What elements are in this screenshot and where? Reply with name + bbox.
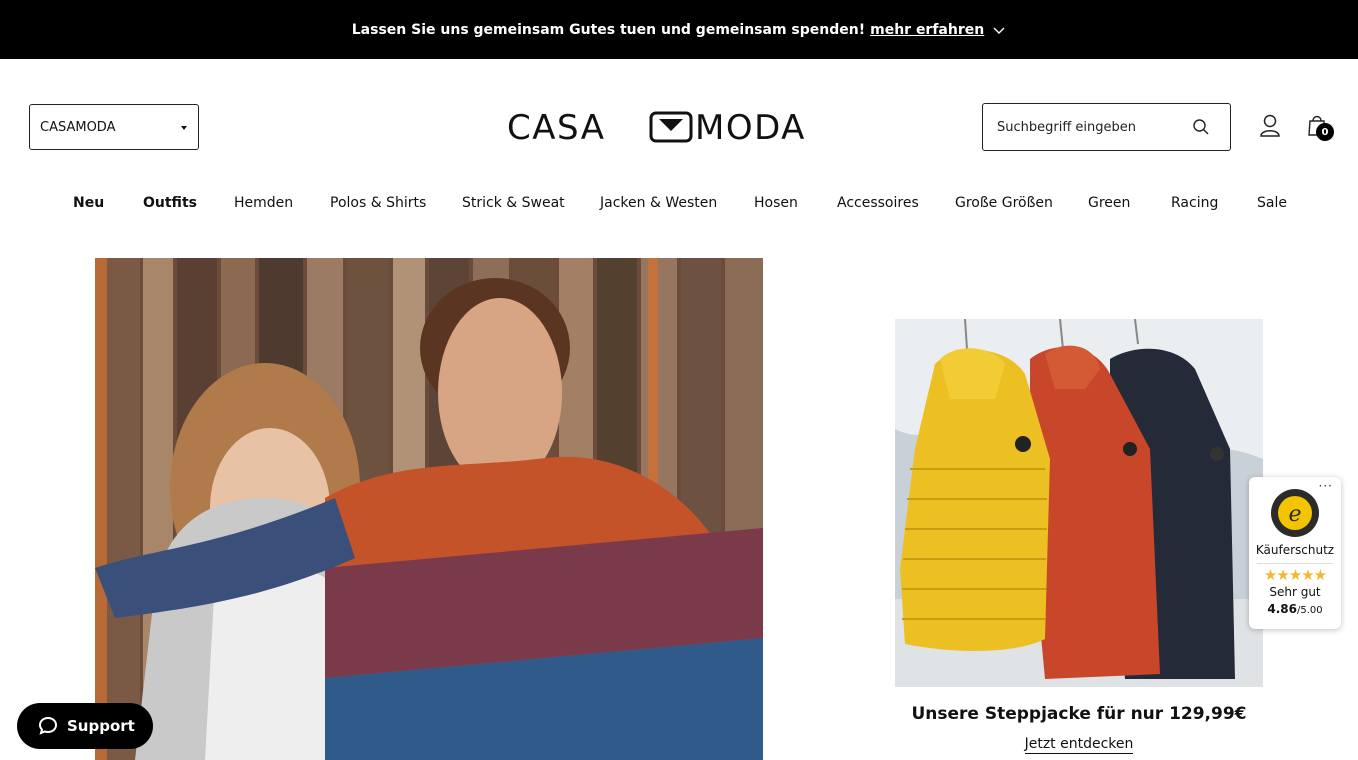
nav-item-jacken-westen[interactable]: Jacken & Westen <box>600 195 717 211</box>
nav-item-accessoires[interactable]: Accessoires <box>837 195 919 211</box>
cart-count-badge: 0 <box>1316 123 1334 141</box>
more-options-icon[interactable]: ··· <box>1319 479 1333 493</box>
nav-item-outfits[interactable]: Outfits <box>143 195 197 211</box>
main-nav: Neu Outfits Hemden Polos & Shirts Strick… <box>0 190 1358 218</box>
promo-title[interactable]: Unsere Steppjacke für nur 129,99€ <box>895 704 1263 724</box>
rating-text: Sehr gut <box>1269 585 1321 599</box>
search-input[interactable] <box>997 119 1177 135</box>
nav-item-hosen[interactable]: Hosen <box>754 195 798 211</box>
svg-text:e: e <box>1288 502 1301 527</box>
nav-item-sale[interactable]: Sale <box>1257 195 1287 211</box>
top-banner: Lassen Sie uns gemeinsam Gutes tuen und … <box>0 0 1358 59</box>
search-icon[interactable] <box>1192 118 1210 136</box>
store-select-value: CASAMODA <box>40 119 116 135</box>
promo-link-text[interactable]: Jetzt entdecken <box>1024 736 1134 754</box>
nav-item-polos-shirts[interactable]: Polos & Shirts <box>330 195 426 211</box>
caret-down-icon <box>181 126 187 130</box>
banner-message: Lassen Sie uns gemeinsam Gutes tuen und … <box>351 21 866 38</box>
banner-more-link[interactable]: mehr erfahren <box>870 22 984 38</box>
nav-item-strick-sweat[interactable]: Strick & Sweat <box>462 195 565 211</box>
nav-item-neu[interactable]: Neu <box>73 195 104 211</box>
trusted-shops-seal-icon: e <box>1271 489 1319 537</box>
promo-jacket-image[interactable] <box>895 319 1263 687</box>
rating-stars: ★★★★★ <box>1263 566 1327 584</box>
nav-item-racing[interactable]: Racing <box>1171 195 1218 211</box>
nav-item-green[interactable]: Green <box>1088 195 1130 211</box>
svg-text:MODA: MODA <box>695 108 806 146</box>
nav-item-grosse-groessen[interactable]: Große Größen <box>955 195 1053 211</box>
rating-score-value: 4.86 <box>1267 602 1297 616</box>
store-select[interactable]: CASAMODA <box>29 104 199 150</box>
promo-link[interactable]: Jetzt entdecken <box>895 736 1263 754</box>
cart-button[interactable]: 0 <box>1307 113 1337 143</box>
trusted-shops-widget[interactable]: ··· e Käuferschutz ★★★★★ Sehr gut 4.86/5… <box>1249 477 1341 629</box>
rating-score-max: /5.00 <box>1296 605 1323 616</box>
chat-icon <box>38 716 58 735</box>
buyer-protection-label: Käuferschutz <box>1255 543 1335 557</box>
svg-text:CASA: CASA <box>507 108 605 146</box>
nav-item-hemden[interactable]: Hemden <box>234 195 293 211</box>
casamoda-logo[interactable]: CASA MODA <box>507 108 850 146</box>
support-button[interactable]: Support <box>17 703 153 749</box>
support-label: Support <box>67 717 135 735</box>
rating-score: 4.86/5.00 <box>1249 602 1341 616</box>
account-icon[interactable] <box>1259 114 1281 138</box>
search-box[interactable] <box>982 103 1231 151</box>
hero-image[interactable] <box>95 258 763 760</box>
divider <box>1257 563 1333 564</box>
chevron-down-icon[interactable] <box>992 23 1006 37</box>
